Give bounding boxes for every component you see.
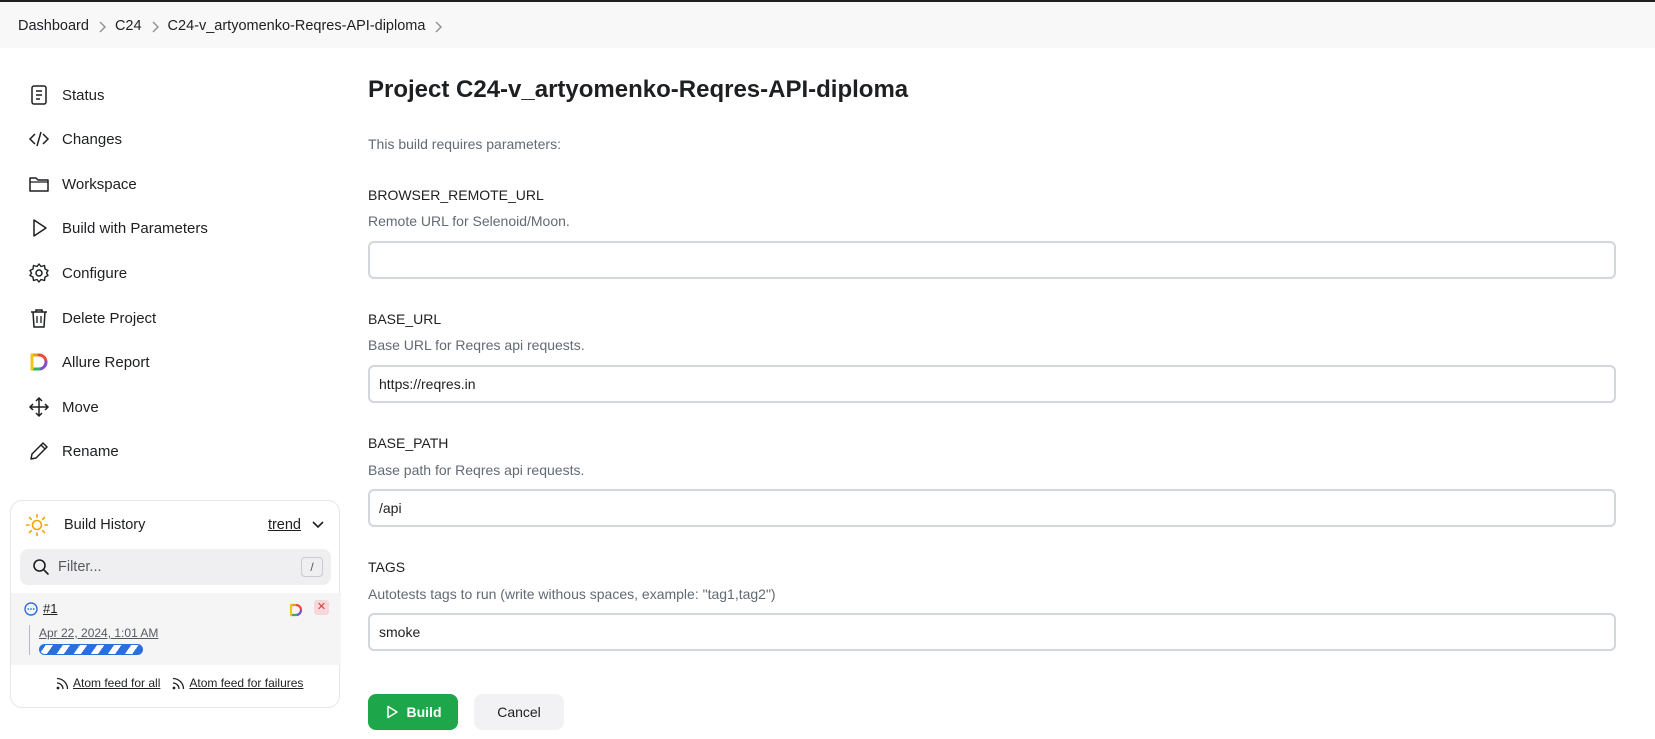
in-progress-icon bbox=[24, 602, 38, 616]
play-icon bbox=[28, 217, 50, 239]
tags-input[interactable] bbox=[368, 613, 1616, 651]
sidebar-item-rename[interactable]: Rename bbox=[28, 437, 119, 465]
atom-feed-all-link[interactable]: Atom feed for all bbox=[56, 676, 160, 690]
sidebar-item-label: Workspace bbox=[62, 175, 137, 193]
base-path-input[interactable] bbox=[368, 489, 1616, 527]
pencil-icon bbox=[28, 440, 50, 462]
param-name-tags: TAGS bbox=[368, 559, 406, 575]
sidebar-item-allure-report[interactable]: Allure Report bbox=[28, 348, 150, 376]
param-name-base-url: BASE_URL bbox=[368, 311, 442, 327]
param-description: Base URL for Reqres api requests. bbox=[368, 337, 585, 353]
cancel-button[interactable]: Cancel bbox=[474, 694, 564, 730]
sidebar-item-delete-project[interactable]: Delete Project bbox=[28, 304, 156, 332]
build-date[interactable]: Apr 22, 2024, 1:01 AM bbox=[39, 626, 158, 640]
build-history-panel: Build History trend / #1 ✕ Apr 22, 2024,… bbox=[10, 500, 341, 708]
sidebar-item-label: Changes bbox=[62, 130, 123, 148]
search-icon bbox=[33, 559, 49, 575]
filter-input[interactable] bbox=[58, 559, 288, 575]
param-description: Remote URL for Selenoid/Moon. bbox=[368, 213, 570, 229]
chevron-right-icon[interactable] bbox=[425, 19, 451, 33]
sun-icon bbox=[25, 513, 49, 537]
rss-icon bbox=[172, 677, 185, 689]
sidebar-item-build-with-parameters[interactable]: Build with Parameters bbox=[28, 214, 208, 242]
move-icon bbox=[28, 396, 50, 418]
sidebar-item-status[interactable]: Status bbox=[28, 81, 105, 109]
keyboard-shortcut-badge: / bbox=[301, 557, 323, 577]
sidebar-item-move[interactable]: Move bbox=[28, 393, 99, 421]
abort-build-button[interactable]: ✕ bbox=[314, 600, 329, 615]
build-history-header: Build History trend bbox=[25, 513, 325, 537]
sidebar-item-configure[interactable]: Configure bbox=[28, 259, 127, 287]
sidebar-item-label: Allure Report bbox=[62, 353, 150, 371]
sidebar-item-label: Build with Parameters bbox=[62, 219, 208, 237]
atom-feed-all-label: Atom feed for all bbox=[73, 676, 161, 690]
chevron-right-icon bbox=[89, 19, 115, 33]
breadcrumb-project[interactable]: C24-v_artyomenko-Reqres-API-diploma bbox=[168, 18, 426, 34]
sidebar-item-label: Configure bbox=[62, 264, 128, 282]
atom-feed-failures-label: Atom feed for failures bbox=[189, 676, 304, 690]
timeline-line bbox=[29, 625, 30, 655]
allure-icon bbox=[28, 351, 50, 373]
param-name-browser-remote-url: BROWSER_REMOTE_URL bbox=[368, 187, 544, 203]
param-description: Base path for Reqres api requests. bbox=[368, 462, 585, 478]
folder-icon bbox=[28, 173, 50, 195]
build-progress-bar[interactable] bbox=[39, 644, 143, 655]
page-title: Project C24-v_artyomenko-Reqres-API-dipl… bbox=[368, 76, 909, 103]
sidebar-item-label: Delete Project bbox=[62, 309, 157, 327]
atom-feeds: Atom feed for all Atom feed for failures bbox=[56, 676, 315, 690]
trash-icon bbox=[28, 307, 50, 329]
build-row[interactable]: #1 ✕ Apr 22, 2024, 1:01 AM bbox=[11, 593, 341, 665]
chevron-down-icon[interactable] bbox=[311, 518, 325, 532]
rss-icon bbox=[56, 677, 69, 689]
build-number-link[interactable]: #1 bbox=[43, 601, 57, 616]
param-description: Autotests tags to run (write withous spa… bbox=[368, 586, 776, 602]
breadcrumb-bar: Dashboard C24 C24-v_artyomenko-Reqres-AP… bbox=[0, 0, 1655, 48]
build-button[interactable]: Build bbox=[368, 694, 458, 730]
gear-icon bbox=[28, 262, 50, 284]
sidebar-item-workspace[interactable]: Workspace bbox=[28, 170, 137, 198]
requires-parameters-text: This build requires parameters: bbox=[368, 136, 561, 152]
breadcrumb-c24[interactable]: C24 bbox=[115, 18, 142, 34]
build-filter: / bbox=[20, 549, 331, 585]
base-url-input[interactable] bbox=[368, 365, 1616, 403]
breadcrumb: Dashboard C24 C24-v_artyomenko-Reqres-AP… bbox=[18, 18, 451, 34]
trend-link[interactable]: trend bbox=[268, 517, 301, 533]
chevron-right-icon bbox=[142, 19, 168, 33]
build-button-label: Build bbox=[406, 704, 442, 720]
status-icon bbox=[28, 84, 50, 106]
sidebar-item-label: Rename bbox=[62, 442, 119, 460]
breadcrumb-dashboard[interactable]: Dashboard bbox=[18, 18, 89, 34]
sidebar-item-label: Move bbox=[62, 398, 99, 416]
build-history-title: Build History bbox=[64, 517, 146, 533]
sidebar-item-changes[interactable]: Changes bbox=[28, 125, 122, 153]
sidebar-item-label: Status bbox=[62, 86, 105, 104]
code-icon bbox=[28, 128, 50, 150]
param-name-base-path: BASE_PATH bbox=[368, 435, 449, 451]
play-icon bbox=[386, 705, 398, 719]
allure-icon[interactable] bbox=[289, 603, 303, 617]
atom-feed-failures-link[interactable]: Atom feed for failures bbox=[172, 676, 303, 690]
browser-remote-url-input[interactable] bbox=[368, 241, 1616, 279]
